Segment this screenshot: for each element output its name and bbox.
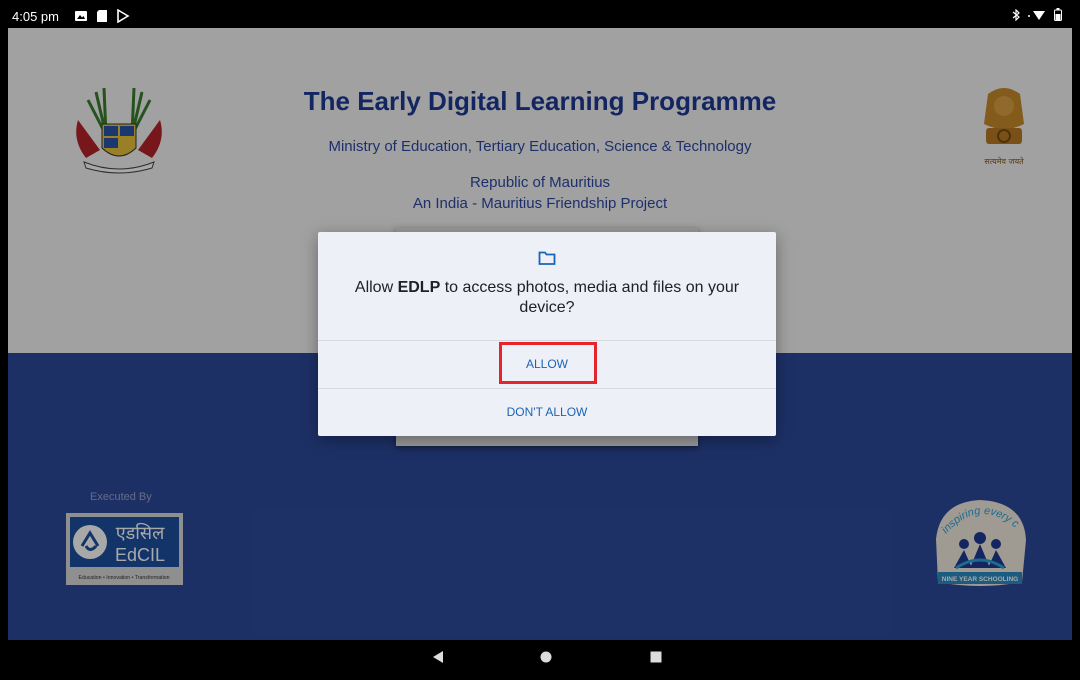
wifi-icon: [1028, 10, 1045, 20]
message-prefix: Allow: [354, 279, 398, 296]
sd-card-icon: [97, 10, 107, 22]
permission-message: Allow EDLP to access photos, media and f…: [338, 278, 756, 318]
app-screen: सत्यमेव जयते The Early Digital Learning …: [8, 28, 1072, 640]
message-suffix: to access photos, media and files on you…: [440, 279, 740, 316]
back-icon[interactable]: [432, 651, 444, 663]
home-icon[interactable]: [540, 651, 552, 663]
allow-button-highlight: [499, 342, 597, 384]
status-time: 4:05 pm: [12, 9, 59, 24]
bluetooth-icon: [1012, 8, 1020, 21]
permission-dialog: Allow EDLP to access photos, media and f…: [318, 232, 776, 436]
image-notification-icon: [75, 11, 87, 21]
status-bar: 4:05 pm: [8, 6, 1072, 28]
battery-icon: [1054, 8, 1062, 21]
dont-allow-button[interactable]: DON'T ALLOW: [318, 389, 776, 436]
recents-icon[interactable]: [650, 651, 662, 663]
folder-icon: [538, 251, 556, 265]
navigation-bar: [8, 640, 1072, 674]
app-name: EDLP: [397, 279, 441, 296]
play-store-icon: [117, 9, 130, 23]
